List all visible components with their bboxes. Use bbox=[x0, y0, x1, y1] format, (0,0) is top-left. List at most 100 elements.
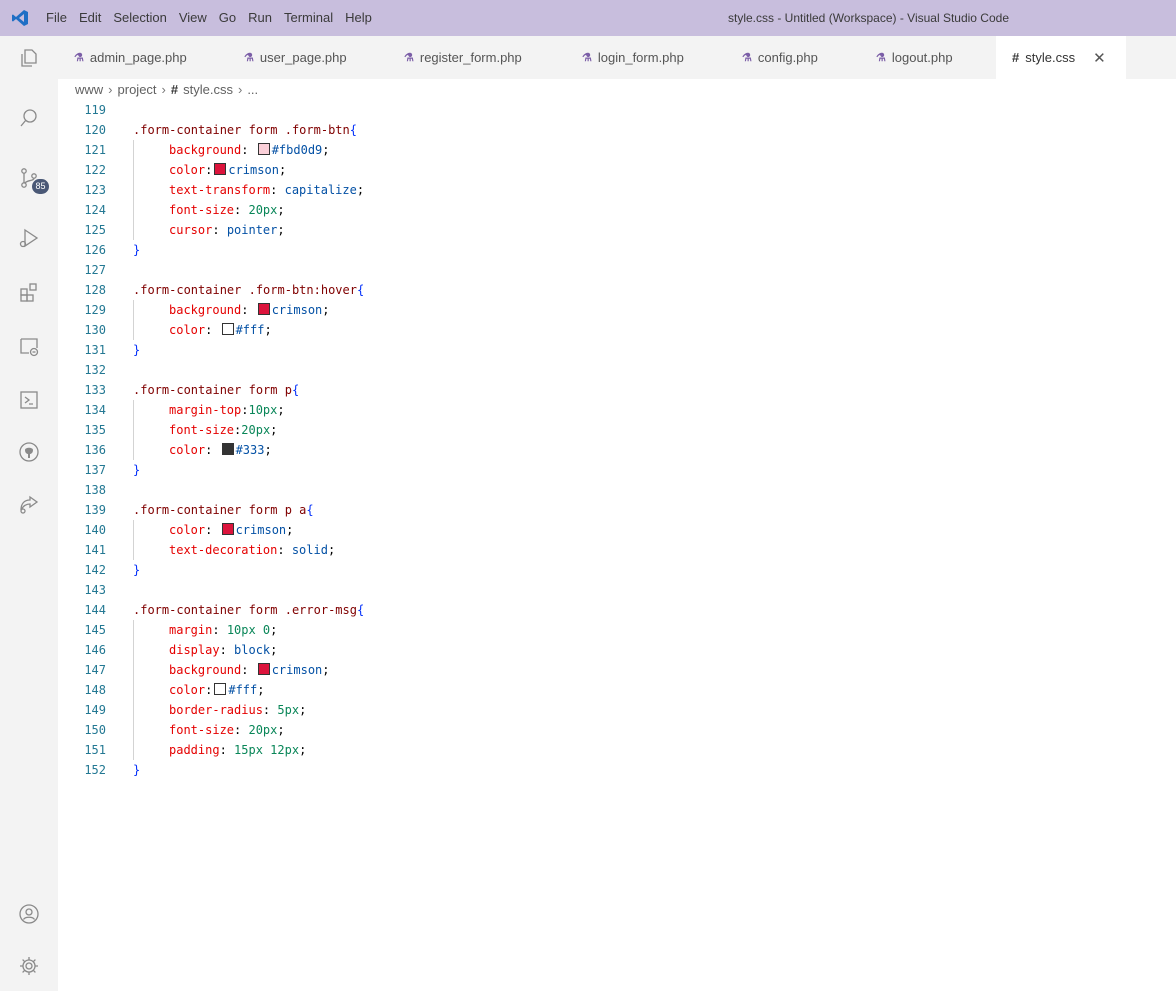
indent-guide bbox=[133, 640, 134, 660]
breadcrumb-symbols[interactable]: ... bbox=[247, 80, 258, 100]
explorer-icon[interactable] bbox=[0, 38, 58, 78]
line-number: 139 bbox=[84, 503, 106, 517]
code-line[interactable]: 121 background: #fbd0d9; bbox=[58, 140, 1176, 160]
run-debug-icon[interactable] bbox=[0, 218, 58, 258]
code-line[interactable]: 138 bbox=[58, 480, 1176, 500]
indent-guide bbox=[133, 180, 134, 200]
breadcrumb-folder-project[interactable]: project bbox=[118, 80, 157, 100]
code-line[interactable]: 149 border-radius: 5px; bbox=[58, 700, 1176, 720]
remote-explorer-icon[interactable] bbox=[0, 326, 58, 366]
code-line[interactable]: 125 cursor: pointer; bbox=[58, 220, 1176, 240]
close-tab-icon[interactable]: ✕ bbox=[1093, 49, 1106, 67]
line-number: 147 bbox=[84, 663, 106, 677]
tab-login-form[interactable]: ⚗ login_form.php bbox=[566, 36, 726, 79]
code-line[interactable]: 124 font-size: 20px; bbox=[58, 200, 1176, 220]
search-icon[interactable] bbox=[0, 98, 58, 138]
code-line[interactable]: 151 padding: 15px 12px; bbox=[58, 740, 1176, 760]
line-number: 143 bbox=[84, 583, 106, 597]
code-line[interactable]: 129 background: crimson; bbox=[58, 300, 1176, 320]
code-line[interactable]: 150 font-size: 20px; bbox=[58, 720, 1176, 740]
code-token: ; bbox=[257, 683, 265, 697]
code-line[interactable]: 143 bbox=[58, 580, 1176, 600]
menu-file[interactable]: File bbox=[40, 0, 73, 36]
code-line[interactable]: 122 color: crimson; bbox=[58, 160, 1176, 180]
menu-help[interactable]: Help bbox=[339, 0, 378, 36]
code-line[interactable]: 147 background: crimson; bbox=[58, 660, 1176, 680]
code-token: ; bbox=[277, 403, 285, 417]
code-line[interactable]: 131} bbox=[58, 340, 1176, 360]
tab-user-page[interactable]: ⚗ user_page.php bbox=[228, 36, 388, 79]
color-swatch[interactable] bbox=[221, 323, 234, 335]
breadcrumb-folder-www[interactable]: www bbox=[75, 80, 103, 100]
live-share-icon[interactable] bbox=[0, 484, 58, 524]
color-swatch[interactable] bbox=[214, 163, 227, 175]
code-line[interactable]: 145 margin: 10px 0; bbox=[58, 620, 1176, 640]
menu-go[interactable]: Go bbox=[213, 0, 242, 36]
code-editor[interactable]: 119 120 .form-container form .form-btn{121… bbox=[58, 100, 1176, 991]
settings-gear-icon[interactable] bbox=[0, 946, 58, 986]
code-line[interactable]: 127 bbox=[58, 260, 1176, 280]
accounts-icon[interactable] bbox=[0, 894, 58, 934]
indent-guide bbox=[133, 700, 134, 720]
code-line[interactable]: 123 text-transform: capitalize; bbox=[58, 180, 1176, 200]
code-text: font-size:20px; bbox=[169, 420, 277, 440]
color-swatch[interactable] bbox=[221, 443, 234, 455]
code-line[interactable]: 128 .form-container .form-btn:hover{ bbox=[58, 280, 1176, 300]
color-swatch[interactable] bbox=[221, 523, 234, 535]
tab-logout[interactable]: ⚗ logout.php bbox=[860, 36, 996, 79]
menu-edit[interactable]: Edit bbox=[73, 0, 107, 36]
code-text: color: crimson; bbox=[169, 520, 293, 540]
code-line[interactable]: 140 color: crimson; bbox=[58, 520, 1176, 540]
code-text: padding: 15px 12px; bbox=[169, 740, 306, 760]
menu-run[interactable]: Run bbox=[242, 0, 278, 36]
code-line[interactable]: 120 .form-container form .form-btn{ bbox=[58, 120, 1176, 140]
color-swatch[interactable] bbox=[257, 303, 270, 315]
breadcrumb-file[interactable]: style.css bbox=[183, 80, 233, 100]
menu-selection[interactable]: Selection bbox=[107, 0, 172, 36]
code-line[interactable]: 137} bbox=[58, 460, 1176, 480]
color-swatch[interactable] bbox=[257, 663, 270, 675]
tab-config[interactable]: ⚗ config.php bbox=[726, 36, 860, 79]
source-control-badge: 85 bbox=[32, 179, 49, 194]
color-swatch[interactable] bbox=[214, 683, 227, 695]
code-line[interactable]: 142} bbox=[58, 560, 1176, 580]
code-line[interactable]: 146 display: block; bbox=[58, 640, 1176, 660]
code-text: .form-container form .error-msg{ bbox=[133, 600, 364, 620]
code-token: : bbox=[205, 323, 220, 337]
code-line[interactable]: 132 bbox=[58, 360, 1176, 380]
extensions-icon[interactable] bbox=[0, 272, 58, 312]
menu-terminal[interactable]: Terminal bbox=[278, 0, 339, 36]
code-line[interactable]: 141 text-decoration: solid; bbox=[58, 540, 1176, 560]
indent-guide bbox=[133, 680, 134, 700]
menu-view[interactable]: View bbox=[173, 0, 213, 36]
code-token: crimson bbox=[271, 663, 323, 677]
indent-guide bbox=[133, 440, 134, 460]
source-control-icon[interactable]: 85 bbox=[0, 158, 58, 198]
tab-style-css[interactable]: # style.css ✕ bbox=[996, 36, 1126, 79]
code-line[interactable]: 136 color: #333; bbox=[58, 440, 1176, 460]
vscode-logo-icon[interactable] bbox=[0, 0, 40, 36]
code-token: #333 bbox=[235, 443, 265, 457]
code-token: ; bbox=[278, 163, 287, 177]
code-line[interactable]: 134 margin-top:10px; bbox=[58, 400, 1176, 420]
code-token: 20px bbox=[241, 423, 271, 437]
terminal-icon[interactable] bbox=[0, 380, 58, 420]
line-number: 126 bbox=[84, 243, 106, 257]
code-line[interactable]: 133 .form-container form p{ bbox=[58, 380, 1176, 400]
github-icon[interactable] bbox=[0, 432, 58, 472]
code-token: font-size bbox=[169, 423, 235, 437]
code-line[interactable]: 126} bbox=[58, 240, 1176, 260]
color-swatch[interactable] bbox=[257, 143, 270, 155]
code-line[interactable]: 144 .form-container form .error-msg{ bbox=[58, 600, 1176, 620]
code-line[interactable]: 119 bbox=[58, 100, 1176, 120]
tab-register-form[interactable]: ⚗ register_form.php bbox=[388, 36, 566, 79]
code-line[interactable]: 139 .form-container form p a{ bbox=[58, 500, 1176, 520]
code-line[interactable]: 130 color: #fff; bbox=[58, 320, 1176, 340]
code-line[interactable]: 152} bbox=[58, 760, 1176, 780]
tab-admin-page[interactable]: ⚗ admin_page.php bbox=[58, 36, 228, 79]
code-token: 10px 0 bbox=[226, 623, 271, 637]
code-line[interactable]: 135 font-size:20px; bbox=[58, 420, 1176, 440]
code-token: 20px bbox=[248, 723, 278, 737]
code-line[interactable]: 148 color: #fff; bbox=[58, 680, 1176, 700]
code-token: : bbox=[262, 703, 278, 717]
